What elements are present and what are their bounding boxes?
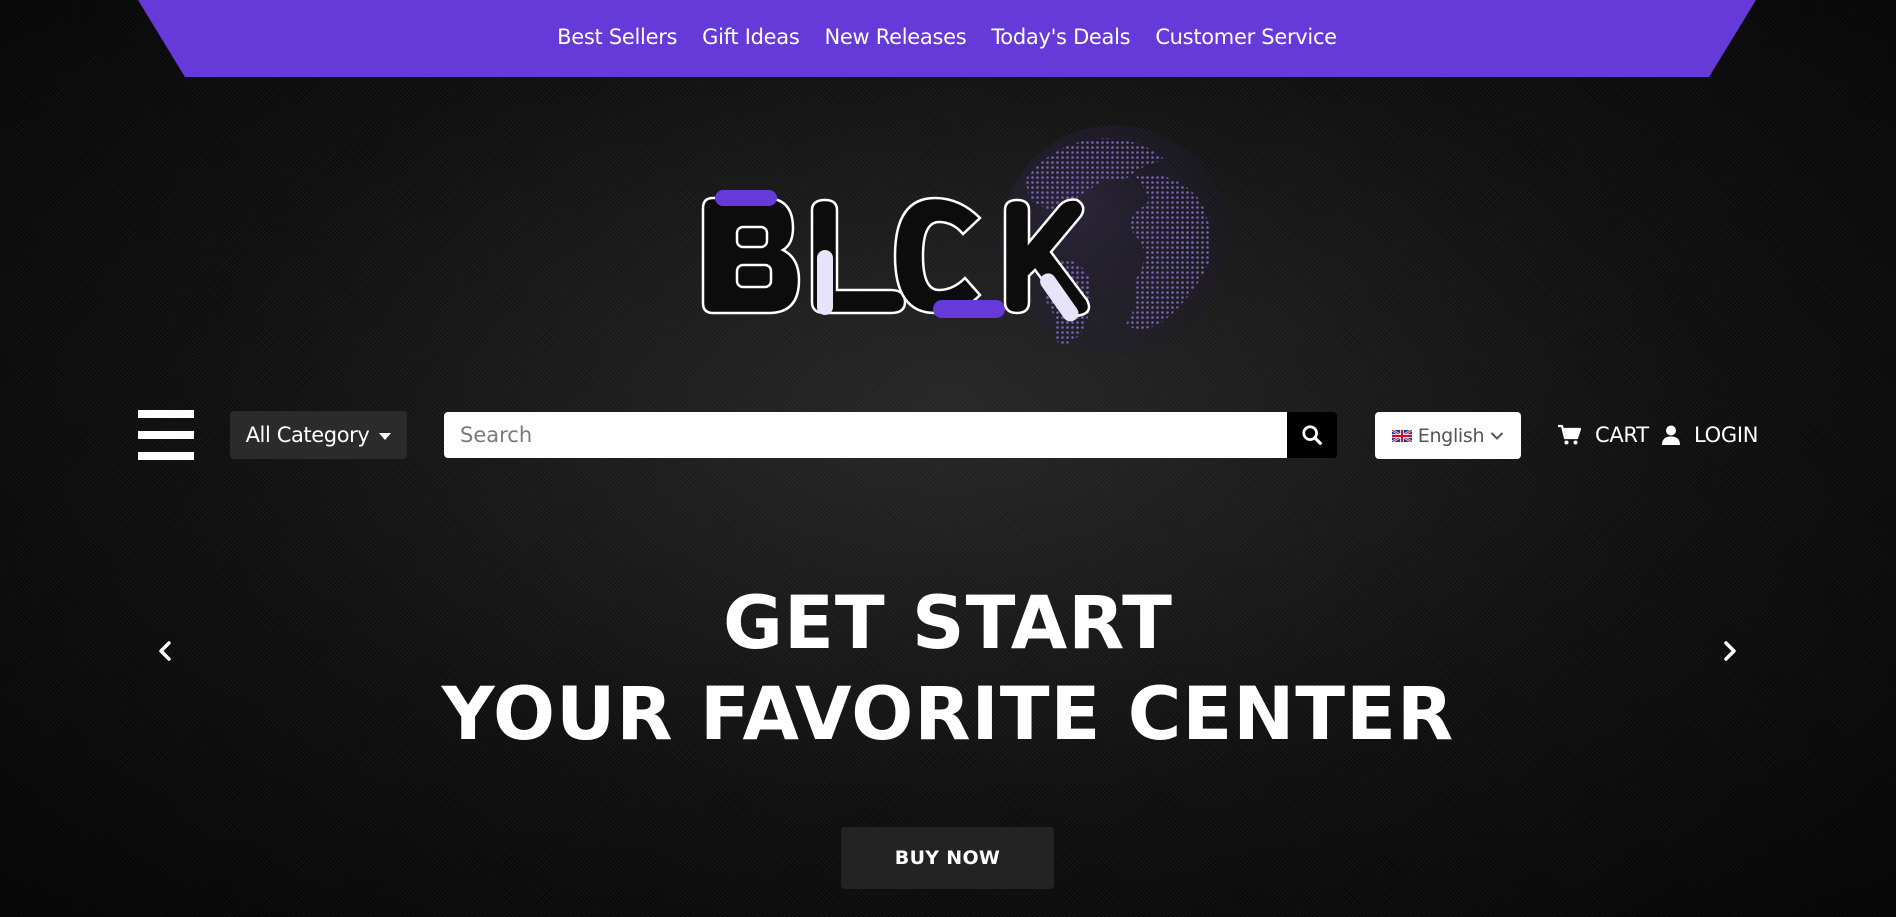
uk-flag-icon (1391, 429, 1412, 442)
hamburger-menu-icon[interactable] (138, 410, 194, 460)
top-nav: Best Sellers Gift Ideas New Releases Tod… (138, 0, 1756, 77)
nav-link-best-sellers[interactable]: Best Sellers (557, 25, 677, 49)
search-icon (1302, 425, 1322, 445)
site-logo[interactable] (695, 120, 1245, 370)
caret-down-icon (379, 432, 392, 440)
logo-graphic (701, 125, 1230, 355)
hero-title: GET START YOUR FAVORITE CENTER (0, 578, 1896, 760)
logo-letter-b (701, 190, 801, 315)
cart-label: CART (1595, 423, 1649, 447)
user-icon (1662, 425, 1680, 445)
category-dropdown-label: All Category (245, 423, 370, 447)
nav-link-todays-deals[interactable]: Today's Deals (991, 25, 1130, 49)
nav-link-customer-service[interactable]: Customer Service (1155, 25, 1337, 49)
logo-letter-l (810, 198, 907, 315)
login-label: LOGIN (1694, 423, 1759, 447)
logo-letter-c (893, 196, 1005, 318)
hero-title-line-2: YOUR FAVORITE CENTER (441, 672, 1455, 757)
buy-now-button[interactable]: BUY NOW (841, 827, 1054, 889)
category-dropdown[interactable]: All Category (230, 411, 407, 459)
nav-link-gift-ideas[interactable]: Gift Ideas (702, 25, 800, 49)
nav-link-new-releases[interactable]: New Releases (824, 25, 966, 49)
cart-link[interactable]: CART (1557, 420, 1649, 450)
language-selector[interactable]: English (1375, 412, 1521, 459)
login-link[interactable]: LOGIN (1662, 420, 1758, 450)
chevron-down-icon (1491, 431, 1504, 440)
language-label: English (1417, 424, 1485, 447)
hero-title-line-1: GET START (723, 581, 1173, 666)
search-button[interactable] (1287, 412, 1337, 458)
cart-icon (1558, 424, 1581, 445)
search-input[interactable] (444, 412, 1287, 458)
